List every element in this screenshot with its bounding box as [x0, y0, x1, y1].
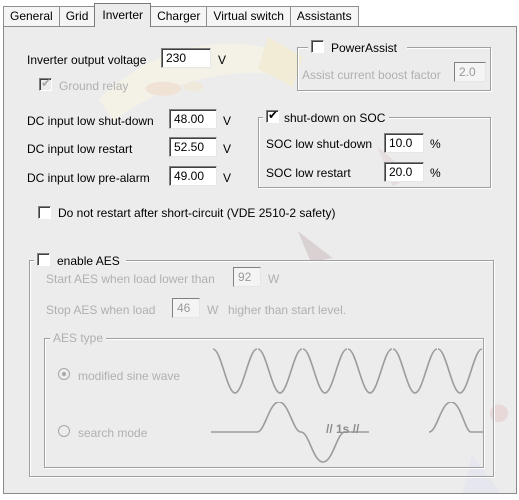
dc-low-prealarm-field[interactable]: 49.00 — [169, 166, 217, 186]
dc-low-shutdown-field[interactable]: 48.00 — [169, 109, 217, 129]
checkmark-icon: ✔ — [268, 108, 279, 122]
inverter-output-voltage-field[interactable]: 230 — [161, 48, 211, 68]
shutdown-on-soc-label: shut-down on SOC — [284, 111, 386, 125]
power-assist-label: PowerAssist — [331, 41, 398, 55]
search-gap-label: // 1s // — [326, 422, 360, 436]
assist-boost-field[interactable]: 2.0 — [454, 62, 486, 82]
assist-boost-label: Assist current boost factor — [302, 68, 441, 82]
dc-low-restart-field[interactable]: 52.50 — [169, 137, 217, 157]
tab-virtual-switch[interactable]: Virtual switch — [206, 6, 291, 27]
modified-sine-radio[interactable] — [58, 368, 70, 380]
shutdown-on-soc-checkbox[interactable]: ✔ — [266, 108, 279, 123]
aes-stop-label: Stop AES when load — [46, 303, 156, 317]
aes-stop-suffix: higher than start level. — [228, 303, 347, 317]
inverter-output-voltage-label: Inverter output voltage — [27, 53, 147, 67]
search-mode-label: search mode — [78, 426, 148, 440]
dc-low-restart-unit: V — [223, 142, 232, 156]
aes-start-field[interactable]: 92 — [233, 267, 261, 287]
ground-relay-label: Ground relay — [59, 79, 129, 93]
modified-sine-label: modified sine wave — [78, 369, 181, 383]
no-restart-short-label: Do not restart after short-circuit (VDE … — [58, 206, 336, 220]
soc-low-restart-field[interactable]: 20.0 — [384, 162, 424, 182]
tab-grid[interactable]: Grid — [58, 6, 96, 27]
inverter-panel: Inverter output voltage 230 V ✔ Ground r… — [3, 26, 517, 494]
aes-start-label: Start AES when load lower than — [46, 272, 215, 286]
soc-low-shutdown-label: SOC low shut-down — [266, 137, 373, 151]
no-restart-short-checkbox[interactable] — [38, 206, 51, 219]
tab-strip: General Grid Inverter Charger Virtual sw… — [3, 3, 359, 27]
tab-general[interactable]: General — [3, 6, 60, 27]
dc-low-prealarm-unit: V — [223, 171, 232, 185]
tab-assistants[interactable]: Assistants — [289, 6, 359, 27]
aes-start-unit: W — [268, 272, 280, 286]
soc-header: ✔ shut-down on SOC — [263, 108, 389, 125]
enable-aes-checkbox[interactable] — [37, 253, 50, 266]
power-assist-checkbox[interactable] — [311, 40, 324, 53]
checkmark-icon: ✔ — [41, 76, 52, 90]
tab-bar: General Grid Inverter Charger Virtual sw… — [0, 0, 519, 27]
ground-relay-checkbox[interactable]: ✔ — [39, 76, 52, 91]
tab-charger[interactable]: Charger — [150, 6, 208, 27]
soc-low-shutdown-unit: % — [430, 137, 441, 151]
modified-sine-waveform-icon — [212, 348, 483, 394]
dc-low-shutdown-unit: V — [223, 114, 232, 128]
enable-aes-label: enable AES — [57, 254, 120, 268]
search-mode-radio[interactable] — [58, 425, 70, 437]
aes-stop-unit: W — [207, 303, 219, 317]
dc-low-prealarm-label: DC input low pre-alarm — [27, 171, 150, 185]
aes-header: enable AES — [34, 252, 126, 268]
soc-low-restart-label: SOC low restart — [266, 166, 351, 180]
power-assist-header: PowerAssist — [308, 39, 408, 55]
tab-inverter[interactable]: Inverter — [94, 3, 152, 27]
inverter-output-voltage-unit: V — [218, 53, 227, 67]
dc-low-shutdown-label: DC input low shut-down — [27, 114, 154, 128]
soc-low-shutdown-field[interactable]: 10.0 — [384, 133, 424, 153]
aes-type-label: AES type — [50, 331, 107, 345]
soc-low-restart-unit: % — [430, 166, 441, 180]
radio-dot-icon — [62, 372, 66, 376]
aes-stop-field[interactable]: 46 — [172, 298, 200, 318]
dc-low-restart-label: DC input low restart — [27, 142, 133, 156]
